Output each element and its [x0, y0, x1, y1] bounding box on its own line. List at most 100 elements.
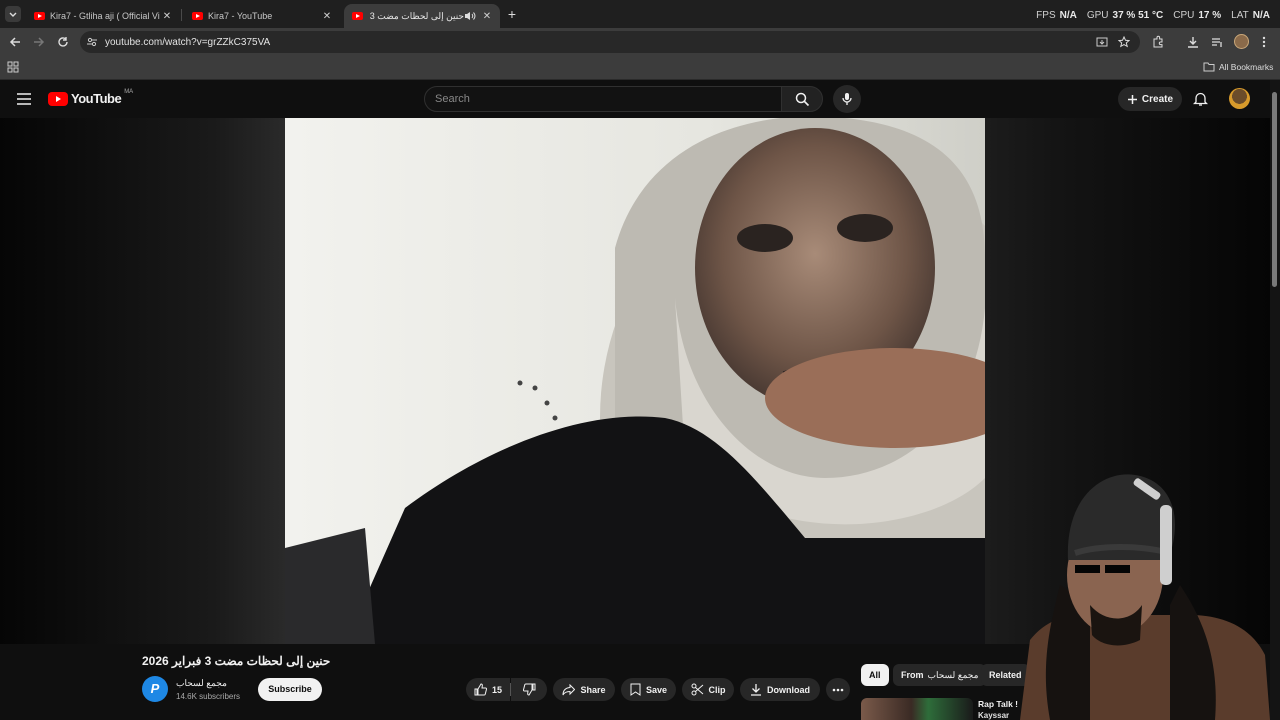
- url-text: youtube.com/watch?v=grZZkC375VA: [105, 36, 271, 48]
- recommended-title[interactable]: Rap Talk !: [978, 699, 1018, 709]
- cpu-value: 17 %: [1198, 10, 1222, 21]
- install-app-icon[interactable]: [1096, 36, 1108, 48]
- bookmark-star-icon[interactable]: [1118, 36, 1130, 48]
- search-icon: [795, 92, 809, 107]
- fps-readout: FPS N/A: [1036, 10, 1077, 21]
- notifications-bell-icon[interactable]: [1193, 91, 1208, 107]
- search-button[interactable]: [781, 86, 823, 112]
- download-icon[interactable]: [1186, 35, 1200, 49]
- account-avatar[interactable]: [1229, 88, 1250, 109]
- page-scrollbar[interactable]: [1270, 80, 1280, 720]
- clip-label: Clip: [708, 684, 726, 695]
- hamburger-menu-icon[interactable]: [16, 92, 32, 106]
- extensions-puzzle-icon[interactable]: [1151, 35, 1165, 49]
- create-label: Create: [1141, 93, 1174, 105]
- youtube-play-logo-icon: [48, 91, 68, 106]
- chip-from-channel[interactable]: From مجمع لسحاب: [893, 664, 987, 686]
- more-vertical-icon[interactable]: [1260, 35, 1268, 49]
- forward-arrow-icon[interactable]: [32, 35, 46, 49]
- scrollbar-thumb[interactable]: [1272, 92, 1277, 287]
- save-button[interactable]: Save: [621, 678, 676, 701]
- download-label: Download: [767, 684, 810, 695]
- tab-title: Kira7 - YouTube: [208, 11, 273, 21]
- browser-tab-3-active[interactable]: حنين إلى لحظات مضت 3 فبراير ✕: [344, 4, 500, 28]
- tab-search-button[interactable]: [5, 6, 21, 22]
- chip-from-prefix: From: [901, 670, 924, 680]
- address-bar[interactable]: youtube.com/watch?v=grZZkC375VA: [80, 31, 1140, 53]
- gpu-readout: GPU 37 % 51 °C: [1087, 10, 1163, 21]
- browser-tab-strip: Kira7 - Gtliha aji ( Official Visual ✕ K…: [0, 0, 1280, 28]
- tab-close-icon[interactable]: ✕: [160, 11, 174, 22]
- browser-tab-1[interactable]: Kira7 - Gtliha aji ( Official Visual ✕: [26, 4, 180, 28]
- profile-avatar[interactable]: [1234, 34, 1249, 49]
- recommended-thumbnail[interactable]: [861, 698, 973, 720]
- cpu-label: CPU: [1173, 10, 1195, 21]
- apps-grid-icon[interactable]: [7, 61, 19, 73]
- gpu-value: 37 % 51 °C: [1112, 10, 1164, 21]
- share-label: Share: [580, 684, 606, 695]
- reload-icon[interactable]: [56, 35, 70, 49]
- cpu-readout: CPU 17 %: [1173, 10, 1221, 21]
- all-bookmarks-folder[interactable]: All Bookmarks: [1203, 61, 1273, 72]
- gpu-label: GPU: [1086, 10, 1109, 21]
- fps-label: FPS: [1036, 10, 1056, 21]
- more-actions-button[interactable]: [826, 678, 850, 701]
- share-arrow-icon: [562, 683, 576, 695]
- save-bookmark-icon: [630, 683, 641, 696]
- thumbs-up-icon: [474, 683, 487, 696]
- youtube-logo[interactable]: YouTube MA: [48, 88, 134, 106]
- audio-playing-icon[interactable]: [464, 11, 476, 21]
- share-button[interactable]: Share: [553, 678, 615, 701]
- tab-title: Kira7 - Gtliha aji ( Official Visual: [50, 11, 160, 21]
- plus-icon: [1127, 94, 1137, 104]
- channel-name[interactable]: مجمع لسحاب: [176, 678, 227, 689]
- country-code: MA: [124, 88, 134, 95]
- video-frame[interactable]: [285, 118, 985, 644]
- clip-button[interactable]: Clip: [682, 678, 734, 701]
- lat-value: N/A: [1252, 10, 1270, 21]
- youtube-favicon-icon: [192, 12, 203, 20]
- media-control-icon[interactable]: [1210, 35, 1224, 49]
- download-button[interactable]: Download: [740, 678, 820, 701]
- more-horizontal-icon: [832, 688, 844, 691]
- video-title: حنين إلى لحظات مضت 3 فبراير 2026: [142, 654, 331, 668]
- download-icon: [751, 684, 761, 696]
- dislike-button[interactable]: [511, 678, 547, 701]
- subscribe-button[interactable]: Subscribe: [258, 678, 322, 701]
- bookmarks-bar: All Bookmarks: [0, 56, 1280, 80]
- back-arrow-icon[interactable]: [8, 35, 22, 49]
- like-count: 15: [491, 684, 502, 695]
- lat-label: LAT: [1231, 10, 1249, 21]
- youtube-favicon-icon: [352, 12, 363, 20]
- like-button[interactable]: 15: [466, 678, 510, 701]
- webcam-overlay: [1020, 465, 1270, 720]
- youtube-logo-text: YouTube: [71, 91, 122, 106]
- youtube-masthead: YouTube MA Search Create: [0, 80, 1280, 118]
- save-label: Save: [645, 684, 668, 695]
- player-ambient-left: [0, 118, 285, 644]
- create-button[interactable]: Create: [1118, 87, 1182, 111]
- fps-value: N/A: [1059, 10, 1077, 21]
- voice-search-button[interactable]: [833, 85, 861, 113]
- webcam-streamer-image: [1020, 474, 1270, 720]
- tab-close-icon[interactable]: ✕: [320, 11, 334, 22]
- scissors-icon: [691, 683, 703, 696]
- all-bookmarks-label: All Bookmarks: [1219, 61, 1274, 72]
- browser-toolbar: youtube.com/watch?v=grZZkC375VA: [0, 28, 1280, 56]
- youtube-favicon-icon: [34, 12, 45, 20]
- tab-title: حنين إلى لحظات مضت 3 فبراير: [368, 10, 464, 21]
- performance-overlay: FPS N/A GPU 37 % 51 °C CPU 17 % LAT N/A: [1036, 10, 1270, 21]
- chevron-down-icon: [9, 12, 17, 17]
- tab-close-icon[interactable]: ✕: [480, 11, 494, 22]
- video-frame-image: [285, 118, 985, 644]
- subscriber-count: 14.6K subscribers: [176, 692, 241, 701]
- recommended-subtitle: Kayssar: [978, 711, 1010, 720]
- channel-avatar[interactable]: P: [142, 676, 168, 702]
- microphone-icon: [842, 93, 852, 105]
- browser-tab-2[interactable]: Kira7 - YouTube ✕: [184, 4, 340, 28]
- chip-from-channel-name: مجمع لسحاب: [927, 669, 979, 680]
- chip-all[interactable]: All: [861, 664, 889, 686]
- site-info-icon[interactable]: [86, 36, 98, 48]
- new-tab-button[interactable]: +: [505, 6, 519, 22]
- search-input[interactable]: Search: [424, 86, 782, 112]
